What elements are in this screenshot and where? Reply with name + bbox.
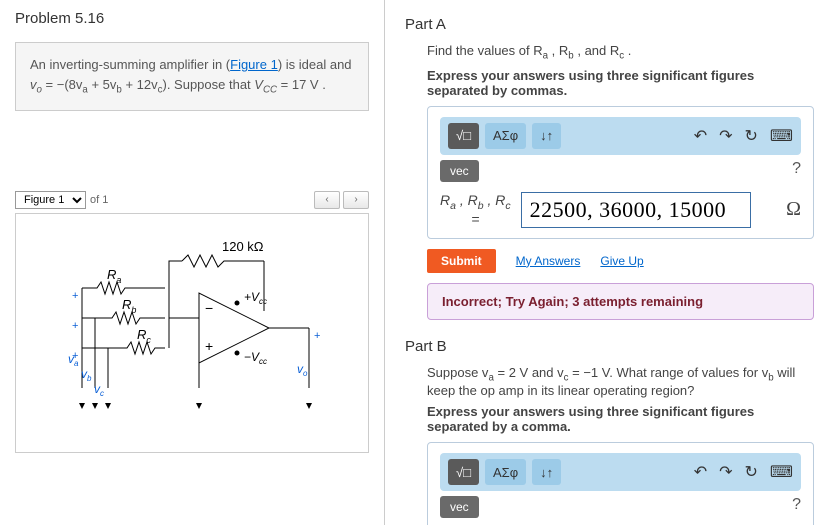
- answer-box-a: √□ ΑΣφ ↓↑ ↶ ↷ ↻ ⌨ vec ?: [427, 106, 814, 239]
- sub: CC: [263, 84, 277, 95]
- help-icon-b[interactable]: ?: [792, 496, 801, 518]
- resistor-b: [82, 312, 165, 324]
- part-a-instruction: Express your answers using three signifi…: [427, 68, 814, 98]
- figure-nav: Figure 1 of 1 ‹ ›: [15, 191, 369, 209]
- keyboard-icon[interactable]: ⌨: [770, 126, 793, 146]
- feedback-resistor: [182, 255, 264, 267]
- undo-icon[interactable]: ↶: [694, 126, 707, 146]
- vo-label: vo: [297, 362, 308, 378]
- eq: = −(8v: [42, 77, 82, 92]
- problem-title: Problem 5.16: [15, 10, 369, 27]
- plus-b: +: [72, 320, 78, 332]
- feedback-r-label: 120 kΩ: [222, 239, 264, 254]
- resistor-c: [82, 342, 165, 354]
- part-b-prompt: Suppose va = 2 V and vc = −1 V. What ran…: [427, 365, 814, 399]
- minus-terminal: −: [205, 300, 213, 316]
- give-up-link[interactable]: Give Up: [600, 254, 643, 268]
- text: Suppose that: [174, 77, 254, 92]
- resistor-a: [82, 282, 165, 294]
- vcc-minus-label: −Vcc: [244, 350, 267, 366]
- templates-button[interactable]: √□: [448, 123, 479, 149]
- answer-vars: Ra , Rb , Rc =: [440, 192, 511, 228]
- part-a-prompt: Find the values of Ra , Rb , and Rc .: [427, 43, 814, 62]
- undo-icon-b[interactable]: ↶: [694, 462, 707, 482]
- figure-link[interactable]: Figure 1: [230, 57, 278, 72]
- toolbar-a: √□ ΑΣφ ↓↑ ↶ ↷ ↻ ⌨: [440, 117, 801, 155]
- unit-label: Ω: [786, 198, 801, 221]
- text: An inverting-summing amplifier in (: [30, 57, 230, 72]
- figure-count: of 1: [90, 194, 108, 206]
- part-b-label: Part B: [405, 338, 814, 355]
- problem-statement: An inverting-summing amplifier in (Figur…: [15, 42, 369, 111]
- feedback-message: Incorrect; Try Again; 3 attempts remaini…: [427, 283, 814, 320]
- redo-icon[interactable]: ↷: [719, 126, 732, 146]
- plus-a: +: [72, 290, 78, 302]
- vb-label: vb: [81, 367, 92, 383]
- answer-box-b: √□ ΑΣφ ↓↑ ↶ ↷ ↻ ⌨ vec ?: [427, 442, 814, 525]
- submit-button[interactable]: Submit: [427, 249, 496, 273]
- eq: ).: [162, 77, 174, 92]
- templates-button-b[interactable]: √□: [448, 459, 479, 485]
- redo-icon-b[interactable]: ↷: [719, 462, 732, 482]
- eq: + 5v: [88, 77, 117, 92]
- part-b-instruction: Express your answers using three signifi…: [427, 404, 814, 434]
- vcc-plus-node: [235, 300, 240, 305]
- figure-select[interactable]: Figure 1: [15, 191, 86, 209]
- var: V: [254, 77, 263, 92]
- text: ) is ideal and: [278, 57, 352, 72]
- vc-label: vc: [94, 382, 104, 398]
- eq: + 12v: [122, 77, 158, 92]
- greek-button[interactable]: ΑΣφ: [485, 123, 526, 149]
- vcc-minus-node: [235, 350, 240, 355]
- prev-figure-button[interactable]: ‹: [314, 191, 340, 209]
- vec-button-b[interactable]: vec: [440, 496, 479, 518]
- plus-terminal: +: [205, 338, 213, 354]
- plus-o: +: [314, 330, 320, 342]
- greek-button-b[interactable]: ΑΣφ: [485, 459, 526, 485]
- plus-c: +: [72, 350, 78, 362]
- keyboard-icon-b[interactable]: ⌨: [770, 462, 793, 482]
- my-answers-link[interactable]: My Answers: [516, 254, 581, 268]
- ground-arrows: [79, 403, 312, 409]
- source-wires: [82, 288, 309, 388]
- part-a-label: Part A: [405, 16, 814, 33]
- help-icon[interactable]: ?: [792, 160, 801, 182]
- subsup-button-b[interactable]: ↓↑: [532, 459, 561, 485]
- figure-canvas: 120 kΩ Ra Rb Rc − + +Vcc −Vcc: [15, 213, 369, 453]
- toolbar-b: √□ ΑΣφ ↓↑ ↶ ↷ ↻ ⌨: [440, 453, 801, 491]
- vec-button[interactable]: vec: [440, 160, 479, 182]
- answer-input-a[interactable]: [521, 192, 751, 228]
- wire-join: [169, 288, 199, 348]
- eq: = 17 V .: [277, 77, 326, 92]
- next-figure-button[interactable]: ›: [343, 191, 369, 209]
- subsup-button[interactable]: ↓↑: [532, 123, 561, 149]
- reset-icon[interactable]: ↻: [745, 126, 758, 146]
- reset-icon-b[interactable]: ↻: [745, 462, 758, 482]
